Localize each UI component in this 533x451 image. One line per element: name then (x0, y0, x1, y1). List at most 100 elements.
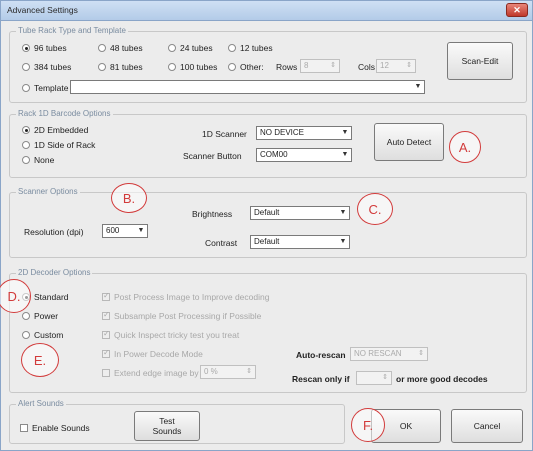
label-custom: Custom (34, 330, 64, 340)
label-other: Other: (240, 62, 264, 72)
label-100-tubes: 100 tubes (180, 62, 218, 72)
label-template: Template (34, 83, 69, 93)
tube-rack-group: Tube Rack Type and Template 96 tubes 48 … (9, 26, 527, 103)
chevron-down-icon: ▼ (341, 151, 349, 158)
cancel-button[interactable]: Cancel (451, 409, 523, 443)
scanner-options-group: Scanner Options Brightness Default ▼ Res… (9, 187, 527, 258)
radio-none[interactable] (22, 156, 30, 164)
label-81-tubes: 81 tubes (110, 62, 143, 72)
radio-384-tubes[interactable] (22, 63, 30, 71)
cols-label: Cols (358, 62, 376, 72)
rows-select[interactable]: 8 ⇕ (300, 59, 340, 73)
label-standard: Standard (34, 292, 69, 302)
label-subsample: Subsample Post Processing if Possible (114, 311, 262, 321)
auto-detect-button[interactable]: Auto Detect (374, 123, 444, 161)
radio-custom[interactable] (22, 331, 30, 339)
extend-edge-value: 0 % (204, 367, 218, 376)
radio-12-tubes[interactable] (228, 44, 236, 52)
scanner-value: NO DEVICE (260, 128, 305, 137)
chevron-down-icon: ▼ (341, 129, 349, 136)
label-384-tubes: 384 tubes (34, 62, 72, 72)
label-power: Power (34, 311, 59, 321)
radio-48-tubes[interactable] (98, 44, 106, 52)
contrast-select[interactable]: Default ▼ (250, 235, 350, 249)
rows-value: 8 (304, 61, 309, 70)
rows-spin-icon: ⇕ (330, 62, 336, 69)
decoder-group: 2D Decoder Options Standard Power Custom… (9, 268, 527, 393)
test-sounds-button[interactable]: Test Sounds (134, 411, 200, 441)
radio-81-tubes[interactable] (98, 63, 106, 71)
barcode-legend: Rack 1D Barcode Options (16, 109, 113, 118)
callout-f: F. (351, 408, 385, 442)
contrast-label: Contrast (205, 238, 238, 248)
scanner-options-legend: Scanner Options (16, 187, 80, 196)
label-enable-sounds: Enable Sounds (32, 423, 90, 433)
label-96-tubes: 96 tubes (34, 43, 67, 53)
callout-b: B. (111, 183, 147, 213)
radio-other[interactable] (228, 63, 236, 71)
label-12-tubes: 12 tubes (240, 43, 273, 53)
label-power-decode: In Power Decode Mode (114, 349, 203, 359)
spin-icon: ⇕ (382, 374, 388, 381)
cols-value: 12 (380, 61, 389, 70)
label-post-process: Post Process Image to Improve decoding (114, 292, 270, 302)
radio-1d-side-of-rack[interactable] (22, 141, 30, 149)
rescan-only-label: Rescan only if (292, 374, 350, 384)
resolution-select[interactable]: 600 ▼ (102, 224, 148, 238)
window-title: Advanced Settings (7, 5, 78, 15)
scanner-button-select[interactable]: COM00 ▼ (256, 148, 352, 162)
scanner-button-value: COM00 (260, 150, 288, 159)
scanner-button-label: Scanner Button (183, 151, 242, 161)
radio-2d-embedded[interactable] (22, 126, 30, 134)
chevron-down-icon: ▼ (339, 209, 347, 216)
brightness-select[interactable]: Default ▼ (250, 206, 350, 220)
rows-label: Rows (276, 62, 298, 72)
rescan-only-select[interactable]: ⇕ (356, 371, 392, 385)
scanner-label: 1D Scanner (202, 129, 247, 139)
decoder-legend: 2D Decoder Options (16, 268, 93, 277)
check-extend-edge[interactable] (102, 369, 110, 377)
extend-edge-select[interactable]: 0 % ⇕ (200, 365, 256, 379)
auto-rescan-value: NO RESCAN (354, 349, 402, 358)
alert-sounds-group: Alert Sounds Enable Sounds Test Sounds (9, 399, 345, 444)
label-2d-embedded: 2D Embedded (34, 125, 89, 135)
brightness-value: Default (254, 208, 280, 217)
auto-rescan-label: Auto-rescan (296, 350, 346, 360)
label-none: None (34, 155, 55, 165)
check-power-decode[interactable] (102, 348, 110, 358)
check-enable-sounds[interactable] (20, 424, 28, 432)
spin-icon: ⇕ (418, 350, 424, 357)
check-quick-inspect[interactable] (102, 329, 110, 339)
brightness-label: Brightness (192, 209, 233, 219)
callout-e: E. (21, 343, 59, 377)
chevron-down-icon: ▼ (137, 227, 145, 234)
scan-edit-button[interactable]: Scan-Edit (447, 42, 513, 80)
check-post-process[interactable] (102, 291, 110, 301)
check-subsample[interactable] (102, 310, 110, 320)
radio-24-tubes[interactable] (168, 44, 176, 52)
tube-rack-legend: Tube Rack Type and Template (16, 26, 128, 35)
radio-template[interactable] (22, 84, 30, 92)
chevron-down-icon: ▼ (339, 238, 347, 245)
title-bar[interactable]: Advanced Settings ✕ (1, 1, 532, 21)
resolution-label: Resolution (dpi) (24, 227, 84, 237)
radio-power[interactable] (22, 312, 30, 320)
template-select[interactable]: ▼ (70, 80, 425, 94)
label-24-tubes: 24 tubes (180, 43, 213, 53)
auto-rescan-select[interactable]: NO RESCAN ⇕ (350, 347, 428, 361)
cols-spin-icon: ⇕ (406, 62, 412, 69)
label-48-tubes: 48 tubes (110, 43, 143, 53)
contrast-value: Default (254, 237, 280, 246)
scanner-select[interactable]: NO DEVICE ▼ (256, 126, 352, 140)
radio-96-tubes[interactable] (22, 44, 30, 52)
label-1d-side-of-rack: 1D Side of Rack (34, 140, 96, 150)
alert-sounds-legend: Alert Sounds (16, 399, 66, 408)
close-button[interactable]: ✕ (506, 3, 528, 17)
label-quick-inspect: Quick Inspect tricky test you treat (114, 330, 240, 340)
resolution-value: 600 (106, 226, 120, 235)
label-extend-edge: Extend edge image by (114, 368, 199, 378)
radio-100-tubes[interactable] (168, 63, 176, 71)
cols-select[interactable]: 12 ⇕ (376, 59, 416, 73)
advanced-settings-window: Advanced Settings ✕ Tube Rack Type and T… (0, 0, 533, 451)
chevron-down-icon: ▼ (414, 83, 422, 90)
